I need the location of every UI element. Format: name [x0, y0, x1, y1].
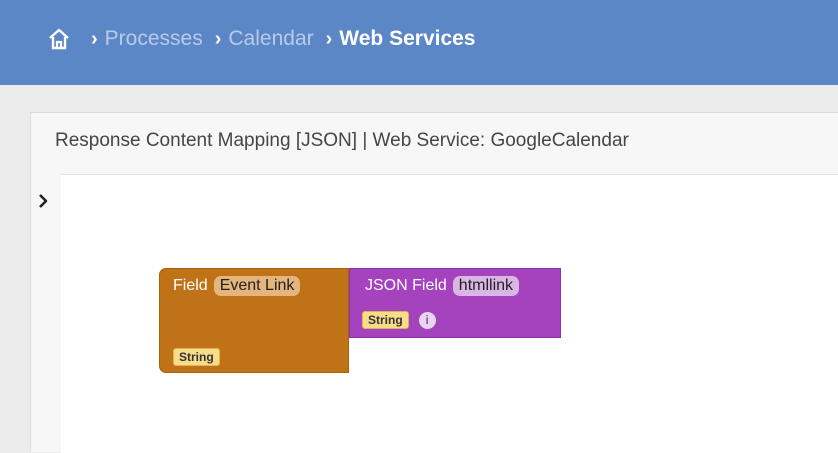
breadcrumb-separator: ›: [214, 27, 222, 50]
json-field-block-header: JSON Field htmllink: [365, 276, 520, 296]
top-bar: › Processes › Calendar › Web Services: [0, 0, 838, 85]
json-field-type-tag: String: [362, 311, 409, 329]
breadcrumb-separator: ›: [325, 27, 333, 50]
info-icon[interactable]: i: [418, 311, 436, 329]
home-icon[interactable]: [47, 27, 71, 51]
json-field-block-label: JSON Field: [365, 277, 447, 294]
breadcrumb-web-services: Web Services: [339, 27, 476, 50]
breadcrumb: › Processes › Calendar › Web Services: [47, 22, 476, 56]
json-field-name-input[interactable]: htmllink: [452, 276, 520, 296]
field-type-tag: String: [173, 348, 220, 366]
breadcrumb-separator: ›: [91, 27, 98, 50]
chevron-right-icon[interactable]: [36, 192, 50, 210]
field-block-header: Field Event Link: [173, 276, 301, 296]
breadcrumb-processes[interactable]: Processes: [105, 27, 203, 51]
field-name-dropdown[interactable]: Event Link: [213, 276, 301, 296]
json-field-block[interactable]: JSON Field htmllink String i: [349, 268, 561, 338]
field-block[interactable]: Field Event Link String: [159, 268, 358, 373]
breadcrumb-calendar[interactable]: Calendar: [228, 27, 313, 51]
field-block-label: Field: [173, 277, 208, 294]
json-field-meta: String i: [362, 311, 436, 329]
panel-title: Response Content Mapping [JSON] | Web Se…: [55, 130, 629, 151]
